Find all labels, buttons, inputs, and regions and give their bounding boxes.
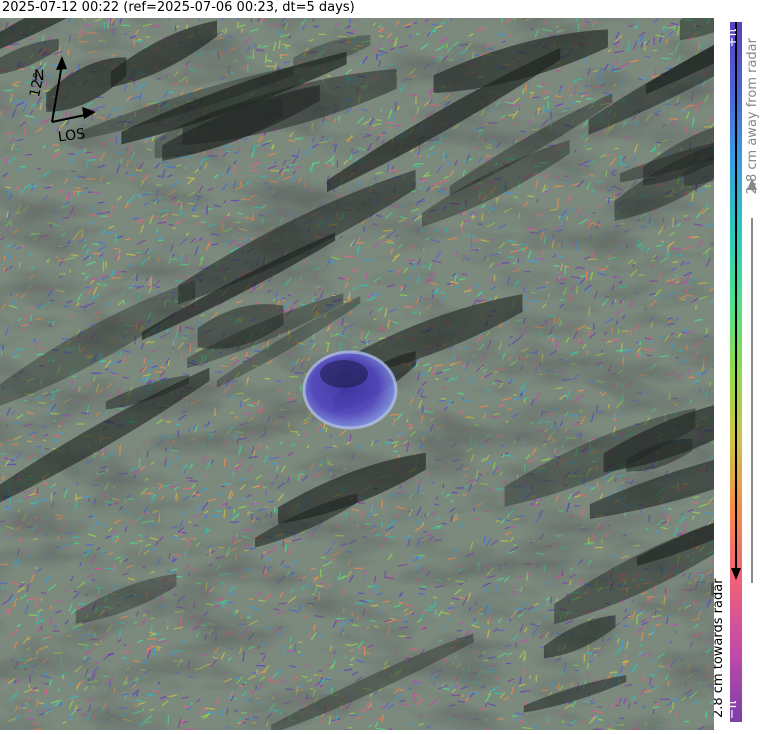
north-arrow-shaft xyxy=(52,64,62,122)
colorbar-max-label: +π xyxy=(725,28,740,47)
colorbar-min-label: −π xyxy=(725,700,740,719)
north-arrowhead-icon xyxy=(56,56,67,70)
north-label: N xyxy=(34,68,44,84)
phase-colorbar: +π −π 2.8 cm away from radar 2.8 cm towa… xyxy=(714,18,764,730)
figure-title: 2025-07-12 00:22 (ref=2025-07-06 00:23, … xyxy=(2,0,355,16)
away-label: 2.8 cm away from radar xyxy=(745,37,760,194)
towards-label: 2.8 cm towards radar xyxy=(714,578,726,718)
compass: 12° N LOS xyxy=(20,52,100,142)
away-arrow xyxy=(747,178,757,583)
los-label: LOS xyxy=(57,126,86,142)
los-arrowhead-icon xyxy=(82,107,96,119)
crater xyxy=(304,352,396,428)
interferogram-map: 12° N LOS xyxy=(0,18,714,730)
